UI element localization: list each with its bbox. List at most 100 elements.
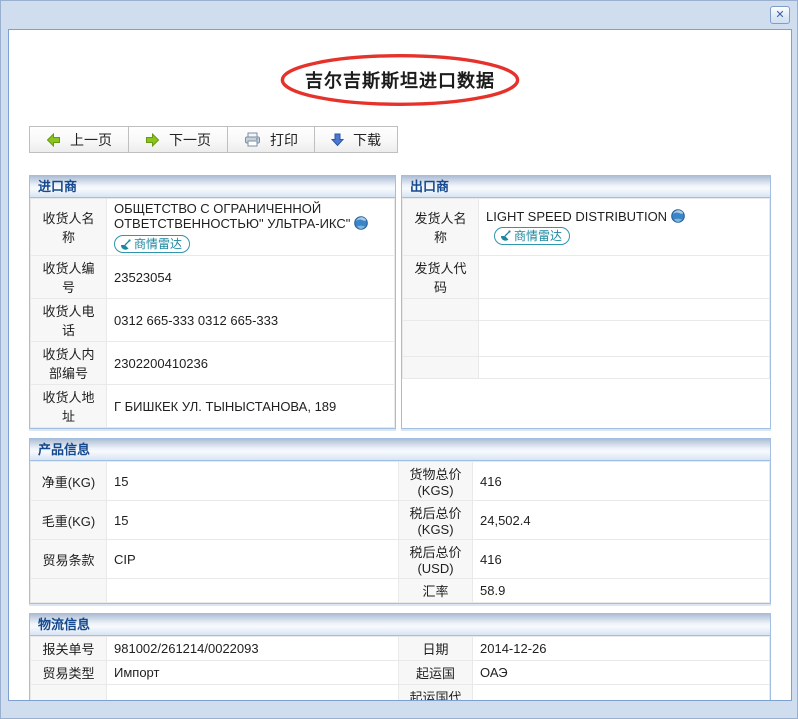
field-label: 发货人代码 bbox=[403, 256, 479, 299]
field-label: 贸易条款 bbox=[31, 540, 107, 579]
field-label: 毛重(KG) bbox=[31, 501, 107, 540]
field-label: 贸易类型 bbox=[31, 661, 107, 685]
field-value: 416 bbox=[473, 462, 770, 501]
table-row: 收货人名称 ОБЩЕТСТВО С ОГРАНИЧЕННОЙ ОТВЕТСТВЕ… bbox=[31, 199, 395, 256]
radar-badge-label: 商情雷达 bbox=[514, 228, 562, 244]
table-row: 贸易条款 CIP 税后总价 (USD) 416 bbox=[31, 540, 770, 579]
title-annotation: 吉尔吉斯斯坦进口数据 bbox=[271, 52, 529, 108]
importer-table: 收货人名称 ОБЩЕТСТВО С ОГРАНИЧЕННОЙ ОТВЕТСТВЕ… bbox=[30, 198, 395, 428]
radar-icon bbox=[120, 239, 131, 250]
field-label: 净重(KG) bbox=[31, 462, 107, 501]
table-row: 贸易类型 Импорт 起运国 ОАЭ bbox=[31, 661, 770, 685]
logistics-header: 物流信息 bbox=[30, 614, 770, 636]
field-label: 起运国 bbox=[399, 661, 473, 685]
field-label: 起运国代码 bbox=[399, 685, 473, 702]
next-page-label: 下一页 bbox=[169, 130, 211, 150]
dialog-window: ✕ 吉尔吉斯斯坦进口数据 上一页 下一页 bbox=[0, 0, 798, 719]
field-value: ОБЩЕТСТВО С ОГРАНИЧЕННОЙ ОТВЕТСТВЕННОСТЬ… bbox=[107, 199, 395, 256]
title-row: 吉尔吉斯斯坦进口数据 bbox=[29, 52, 771, 108]
field-value bbox=[479, 256, 770, 299]
field-value: 15 bbox=[107, 501, 399, 540]
field-value: 2014-12-26 bbox=[473, 637, 770, 661]
consignee-name-value: ОБЩЕТСТВО С ОГРАНИЧЕННОЙ ОТВЕТСТВЕННОСТЬ… bbox=[114, 201, 350, 231]
table-row: 发货人代码 bbox=[403, 256, 770, 299]
field-label: 收货人编号 bbox=[31, 256, 107, 299]
radar-badge-row: 商情雷达 bbox=[114, 235, 387, 253]
field-value: Импорт bbox=[107, 661, 399, 685]
table-row: 收货人地址 Г БИШКЕК УЛ. ТЫНЫСТАНОВА, 189 bbox=[31, 385, 395, 428]
close-icon[interactable]: ✕ bbox=[770, 6, 790, 24]
exporter-table: 发货人名称 LIGHT SPEED DISTRIBUTION 商情雷达 bbox=[402, 198, 770, 379]
product-section: 产品信息 净重(KG) 15 货物总价 (KGS) 416 毛重(KG) 15 … bbox=[29, 438, 771, 604]
content-panel: 吉尔吉斯斯坦进口数据 上一页 下一页 bbox=[8, 29, 792, 701]
table-row: 净重(KG) 15 货物总价 (KGS) 416 bbox=[31, 462, 770, 501]
field-value: 24,502.4 bbox=[473, 501, 770, 540]
page-title: 吉尔吉斯斯坦进口数据 bbox=[305, 71, 495, 91]
field-label: 报关单号 bbox=[31, 637, 107, 661]
field-value bbox=[479, 357, 770, 379]
print-label: 打印 bbox=[270, 130, 298, 150]
field-value: 0312 665-333 0312 665-333 bbox=[107, 299, 395, 342]
field-label: 收货人内部编号 bbox=[31, 342, 107, 385]
prev-page-button[interactable]: 上一页 bbox=[29, 126, 129, 153]
arrow-down-icon bbox=[331, 133, 344, 147]
table-row bbox=[403, 321, 770, 357]
exporter-section: 出口商 发货人名称 LIGHT SPEED DISTRIBUTION bbox=[401, 175, 771, 429]
field-value: LIGHT SPEED DISTRIBUTION 商情雷达 bbox=[479, 199, 770, 256]
field-value: 2302200410236 bbox=[107, 342, 395, 385]
field-label bbox=[403, 299, 479, 321]
trader-section: 进口商 收货人名称 ОБЩЕТСТВО С ОГРАНИЧЕННОЙ ОТВЕТ… bbox=[29, 166, 771, 429]
table-row: 收货人电话 0312 665-333 0312 665-333 bbox=[31, 299, 395, 342]
table-row: 毛重(KG) 15 税后总价 (KGS) 24,502.4 bbox=[31, 501, 770, 540]
field-value: AE bbox=[473, 685, 770, 702]
table-row: 报关单号 981002/261214/0022093 日期 2014-12-26 bbox=[31, 637, 770, 661]
field-label: 货物总价 (KGS) bbox=[399, 462, 473, 501]
product-header: 产品信息 bbox=[30, 439, 770, 461]
importer-section: 进口商 收货人名称 ОБЩЕТСТВО С ОГРАНИЧЕННОЙ ОТВЕТ… bbox=[29, 175, 396, 429]
next-page-button[interactable]: 下一页 bbox=[128, 126, 228, 153]
field-value: 23523054 bbox=[107, 256, 395, 299]
table-row: 海关编码 8528510000 起运国代码 AE bbox=[31, 685, 770, 702]
radar-badge[interactable]: 商情雷达 bbox=[114, 235, 190, 253]
field-label: 发货人名称 bbox=[403, 199, 479, 256]
table-row: 收货人编号 23523054 bbox=[31, 256, 395, 299]
field-value: 8528510000 bbox=[107, 685, 399, 702]
field-label: 汇率 bbox=[399, 579, 473, 603]
field-label: 收货人电话 bbox=[31, 299, 107, 342]
radar-badge[interactable]: 商情雷达 bbox=[494, 227, 570, 245]
field-value: 981002/261214/0022093 bbox=[107, 637, 399, 661]
print-button[interactable]: 打印 bbox=[227, 126, 315, 153]
field-value bbox=[479, 299, 770, 321]
logistics-section: 物流信息 报关单号 981002/261214/0022093 日期 2014-… bbox=[29, 613, 771, 701]
radar-badge-label: 商情雷达 bbox=[134, 236, 182, 252]
printer-icon bbox=[244, 132, 261, 147]
field-label: 日期 bbox=[399, 637, 473, 661]
field-value bbox=[107, 579, 399, 603]
field-label bbox=[403, 357, 479, 379]
download-button[interactable]: 下载 bbox=[314, 126, 398, 153]
field-label: 海关编码 bbox=[31, 685, 107, 702]
field-value: ОАЭ bbox=[473, 661, 770, 685]
table-row: 汇率 58.9 bbox=[31, 579, 770, 603]
field-value: 58.9 bbox=[473, 579, 770, 603]
logistics-table: 报关单号 981002/261214/0022093 日期 2014-12-26… bbox=[30, 636, 770, 701]
field-label bbox=[31, 579, 107, 603]
globe-icon[interactable] bbox=[354, 216, 368, 233]
field-label: 收货人名称 bbox=[31, 199, 107, 256]
field-label: 税后总价 (USD) bbox=[399, 540, 473, 579]
globe-icon[interactable] bbox=[671, 209, 685, 226]
field-value: Г БИШКЕК УЛ. ТЫНЫСТАНОВА, 189 bbox=[107, 385, 395, 428]
arrow-left-icon bbox=[46, 133, 61, 147]
field-label bbox=[403, 321, 479, 357]
exporter-header: 出口商 bbox=[402, 176, 770, 198]
field-value: CIP bbox=[107, 540, 399, 579]
table-row: 发货人名称 LIGHT SPEED DISTRIBUTION 商情雷达 bbox=[403, 199, 770, 256]
field-value: 15 bbox=[107, 462, 399, 501]
shipper-name-value: LIGHT SPEED DISTRIBUTION bbox=[486, 209, 667, 224]
toolbar: 上一页 下一页 打印 下载 bbox=[29, 126, 398, 153]
table-row: 收货人内部编号 2302200410236 bbox=[31, 342, 395, 385]
field-value: 416 bbox=[473, 540, 770, 579]
radar-icon bbox=[500, 230, 511, 241]
download-label: 下载 bbox=[353, 130, 381, 150]
importer-header: 进口商 bbox=[30, 176, 395, 198]
